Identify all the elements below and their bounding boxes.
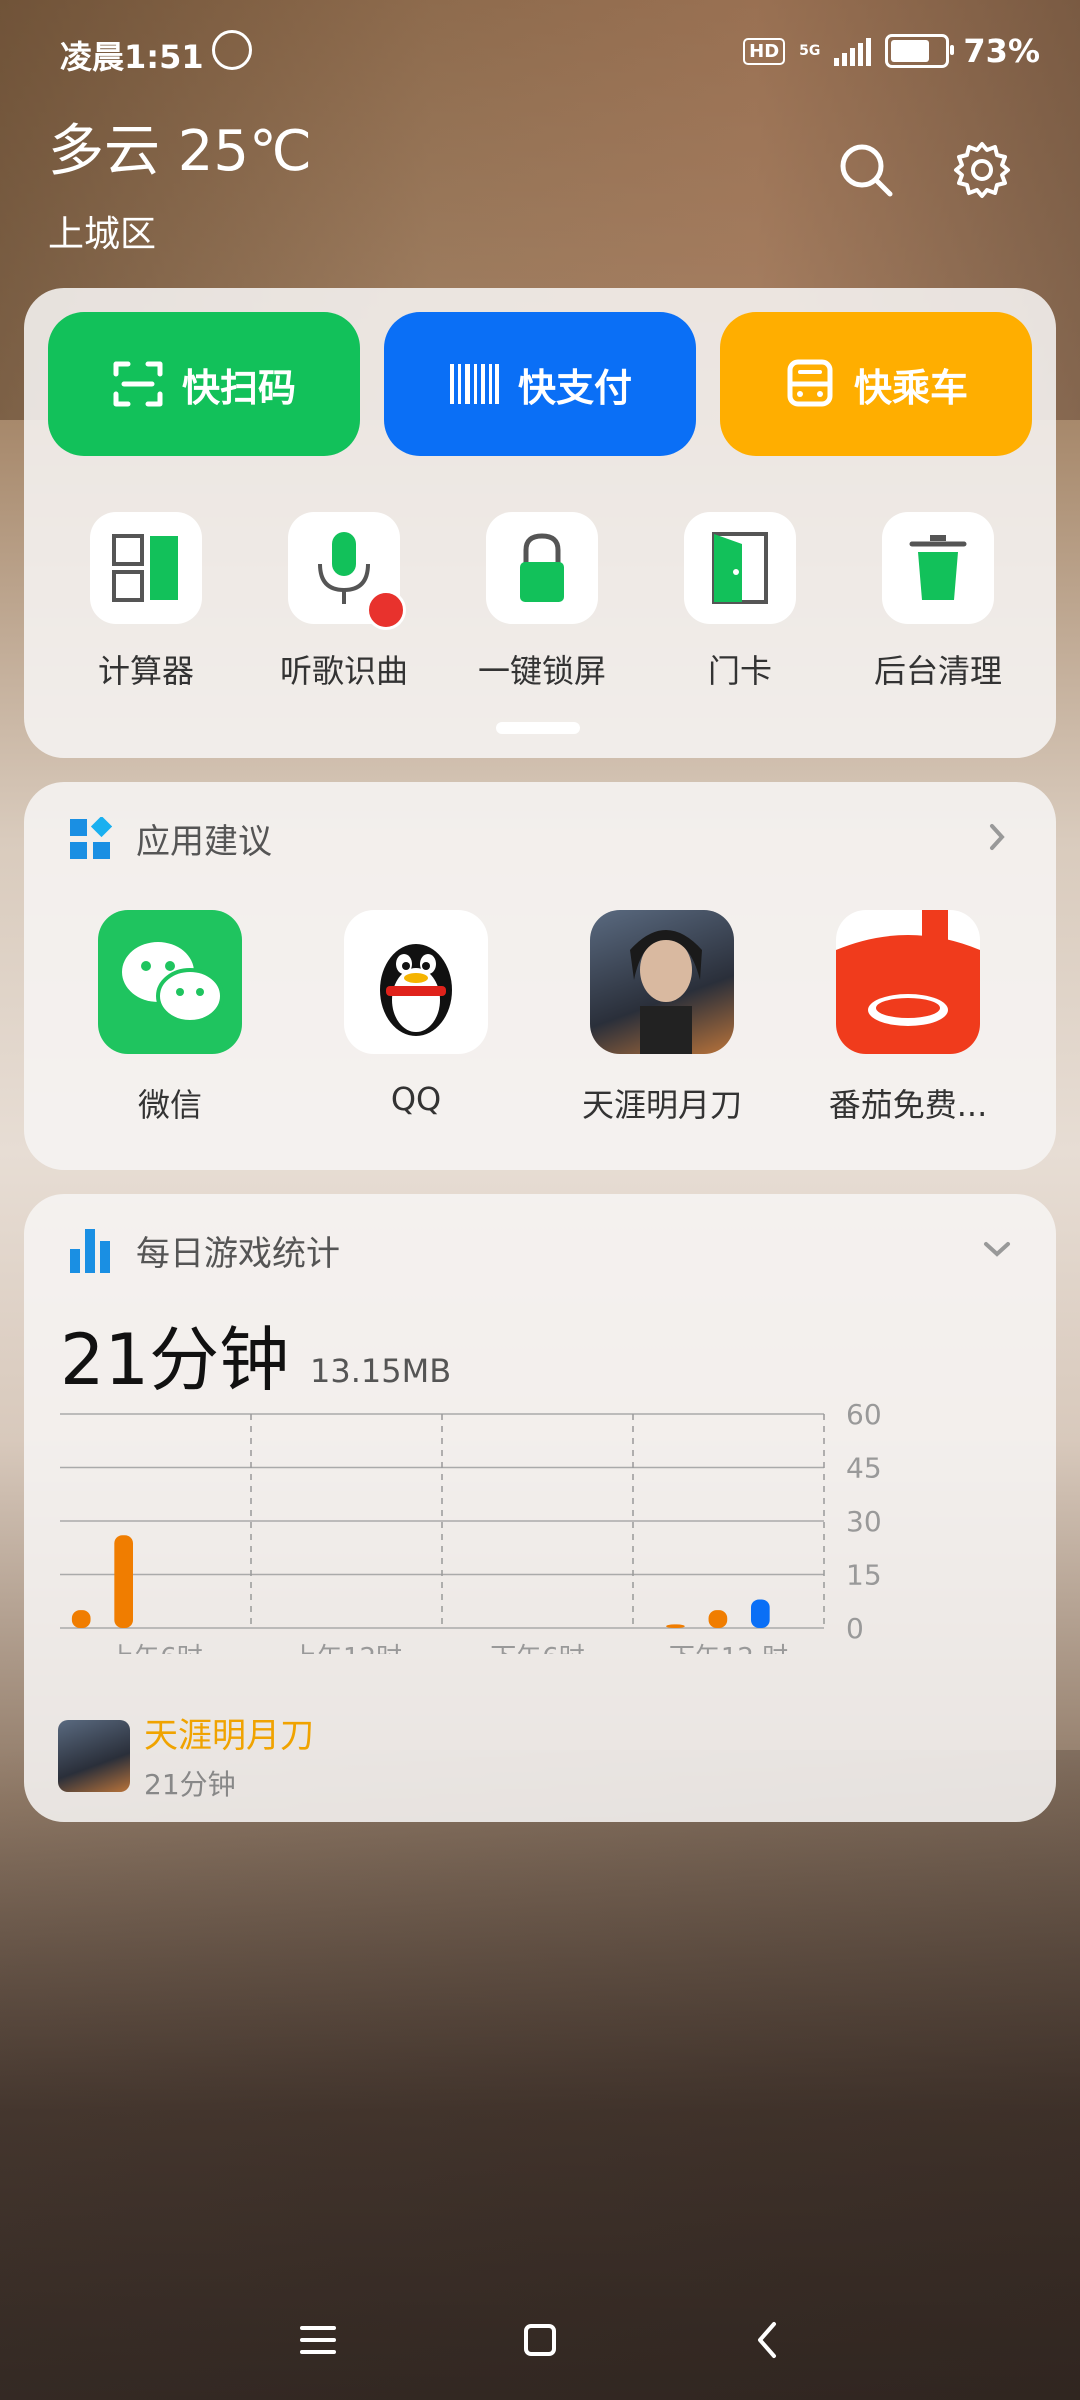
door-icon — [684, 512, 796, 624]
y-tick-label: 60 — [846, 1398, 882, 1431]
quick-actions-card: 快扫码 快支付 快乘车 计算器 听歌识曲 一键锁屏 门卡 后台清理 — [24, 288, 1056, 758]
battery-icon — [885, 34, 955, 68]
lock-icon — [486, 512, 598, 624]
tool-music-recognition[interactable]: 听歌识曲 — [274, 512, 414, 692]
home-nav-icon[interactable] — [510, 2310, 570, 2370]
wallpaper-bottom — [0, 1750, 1080, 2400]
weather-widget[interactable]: 多云 25℃ 上城区 — [48, 106, 312, 257]
microphone-icon — [288, 512, 406, 630]
app-suggestions-card: 应用建议 微信 QQ 天涯明月刀 番茄免费... — [24, 782, 1056, 1170]
chevron-right-icon[interactable] — [982, 822, 1012, 852]
chart-grid — [60, 1413, 825, 1629]
suggestions-title: 应用建议 — [136, 822, 272, 862]
scan-icon — [113, 361, 163, 407]
tool-calculator[interactable]: 计算器 — [76, 512, 216, 692]
back-nav-icon[interactable] — [738, 2310, 798, 2370]
qq-icon — [344, 910, 488, 1054]
x-tick-label: 下午12 时 — [669, 1643, 788, 1654]
app-qq[interactable]: QQ — [316, 910, 516, 1118]
chart-bar — [750, 1599, 770, 1628]
app-label: QQ — [390, 1080, 442, 1118]
status-bar: 凌晨1:51 HD 5G 73% — [60, 28, 1040, 78]
app-label: 天涯明月刀 — [581, 1086, 742, 1124]
status-time: 凌晨1:51 — [60, 38, 204, 76]
tool-label: 计算器 — [97, 652, 194, 690]
signal-icon — [834, 36, 872, 66]
game-time-chart: 60 45 30 15 0 上午6时 上午12时 下午6时 下午12 时 — [60, 1398, 882, 1654]
chart-bars — [71, 1535, 770, 1628]
alarm-icon — [212, 30, 252, 70]
game-entry[interactable]: 天涯明月刀 21分钟 — [58, 1708, 314, 1803]
menu-nav-icon[interactable] — [288, 2310, 348, 2370]
chart-bar — [666, 1624, 685, 1628]
x-tick-label: 下午6时 — [490, 1643, 585, 1654]
quick-pay-button[interactable]: 快支付 — [384, 312, 696, 456]
tool-door-card[interactable]: 门卡 — [670, 512, 810, 692]
netease-badge-icon — [366, 590, 406, 630]
tool-label: 一键锁屏 — [477, 652, 606, 690]
chart-x-ticks: 上午6时 上午12时 下午6时 下午12 时 — [108, 1643, 788, 1654]
tool-label: 听歌识曲 — [279, 652, 408, 690]
tomato-novel-icon — [836, 910, 980, 1054]
x-tick-label: 上午6时 — [108, 1643, 203, 1654]
wechat-icon — [98, 910, 242, 1054]
game-stats-card: 每日游戏统计 21分钟 13.15MB 604530150 上午6时上午12时下… — [24, 1194, 1056, 1822]
tool-background-clean[interactable]: 后台清理 — [868, 512, 1008, 692]
weather-location: 上城区 — [48, 214, 157, 255]
battery-percent: 73% — [963, 32, 1040, 70]
bus-icon — [787, 359, 833, 407]
app-label: 微信 — [137, 1086, 202, 1124]
quick-scan-button[interactable]: 快扫码 — [48, 312, 360, 456]
y-tick-label: 30 — [846, 1505, 882, 1538]
app-wechat[interactable]: 微信 — [70, 910, 270, 1126]
quick-pay-label: 快支付 — [517, 365, 632, 410]
network-type: 5G — [799, 43, 821, 59]
app-tianya[interactable]: 天涯明月刀 — [562, 910, 762, 1126]
tool-label: 后台清理 — [873, 652, 1002, 690]
tool-lock-screen[interactable]: 一键锁屏 — [472, 512, 612, 692]
weather-temp: 多云 25℃ — [48, 119, 312, 184]
gear-icon[interactable] — [952, 140, 1012, 200]
quick-scan-label: 快扫码 — [181, 365, 296, 410]
chart-bar — [114, 1535, 134, 1628]
chart-bar — [708, 1610, 728, 1628]
page-indicator — [496, 722, 580, 734]
app-label: 番茄免费... — [828, 1086, 988, 1124]
y-tick-label: 0 — [846, 1612, 864, 1645]
search-icon[interactable] — [836, 140, 896, 200]
quick-ride-button[interactable]: 快乘车 — [720, 312, 1032, 456]
game-thumbnail-icon — [58, 1719, 130, 1792]
chart-bar — [71, 1610, 91, 1628]
calculator-icon — [90, 512, 202, 624]
chart-y-ticks: 60 45 30 15 0 — [846, 1398, 882, 1645]
tool-label: 门卡 — [707, 652, 772, 690]
suggestions-header[interactable]: 应用建议 — [68, 814, 272, 863]
barcode-icon — [449, 364, 499, 404]
y-tick-label: 15 — [846, 1559, 882, 1592]
hd-badge: HD — [743, 37, 786, 65]
app-tomato-novel[interactable]: 番茄免费... — [808, 910, 1008, 1126]
game-icon — [590, 910, 734, 1054]
quick-ride-label: 快乘车 — [853, 365, 968, 410]
trash-icon — [882, 512, 994, 624]
x-tick-label: 上午12时 — [291, 1643, 402, 1654]
apps-grid-icon — [70, 816, 112, 859]
game-name: 天涯明月刀 — [144, 1716, 314, 1756]
y-tick-label: 45 — [846, 1452, 882, 1485]
game-duration: 21分钟 — [144, 1768, 236, 1801]
